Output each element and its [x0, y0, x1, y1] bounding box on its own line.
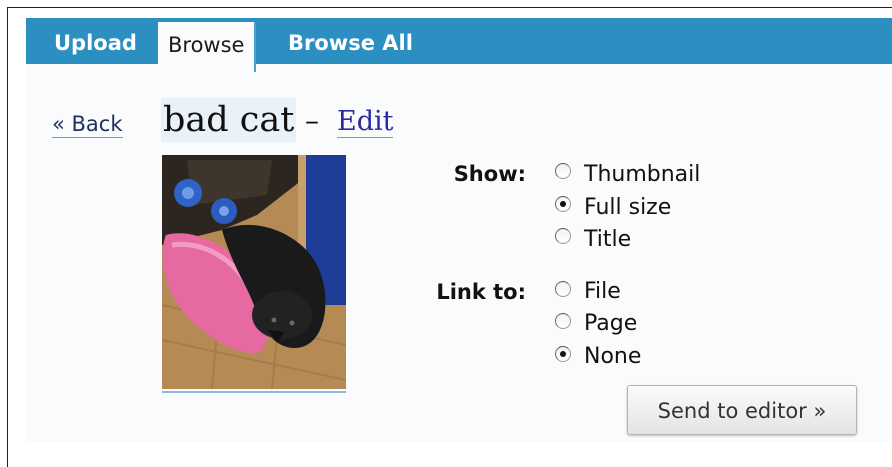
show-thumbnail-radio[interactable] [555, 163, 571, 179]
send-to-editor-button[interactable]: Send to editor » [627, 385, 857, 435]
thumbnail-underline [162, 391, 346, 393]
edit-link[interactable]: Edit [337, 106, 394, 138]
back-link[interactable]: « Back [52, 112, 123, 138]
link-page-label[interactable]: Page [584, 311, 637, 336]
media-panel [26, 18, 892, 442]
tab-browse-all[interactable]: Browse All [278, 22, 423, 64]
show-title-radio[interactable] [555, 228, 571, 244]
link-page-radio[interactable] [555, 313, 571, 329]
link-to-label: Link to: [436, 280, 526, 304]
tab-browse[interactable]: Browse [158, 22, 257, 72]
link-file-radio[interactable] [555, 281, 571, 297]
link-none-label[interactable]: None [584, 344, 641, 369]
link-file-label[interactable]: File [584, 279, 621, 304]
show-label: Show: [453, 162, 526, 186]
tab-upload[interactable]: Upload [44, 22, 147, 64]
cat-photo [162, 155, 346, 389]
tab-bar [26, 18, 892, 64]
show-title-label[interactable]: Title [584, 227, 631, 252]
image-thumbnail[interactable] [162, 155, 346, 389]
show-full-size-label[interactable]: Full size [584, 195, 671, 220]
title-separator: – [305, 104, 319, 137]
link-none-radio[interactable] [555, 346, 571, 362]
show-full-size-radio[interactable] [555, 196, 571, 212]
show-thumbnail-label[interactable]: Thumbnail [584, 162, 700, 187]
image-title: bad cat [161, 98, 297, 142]
